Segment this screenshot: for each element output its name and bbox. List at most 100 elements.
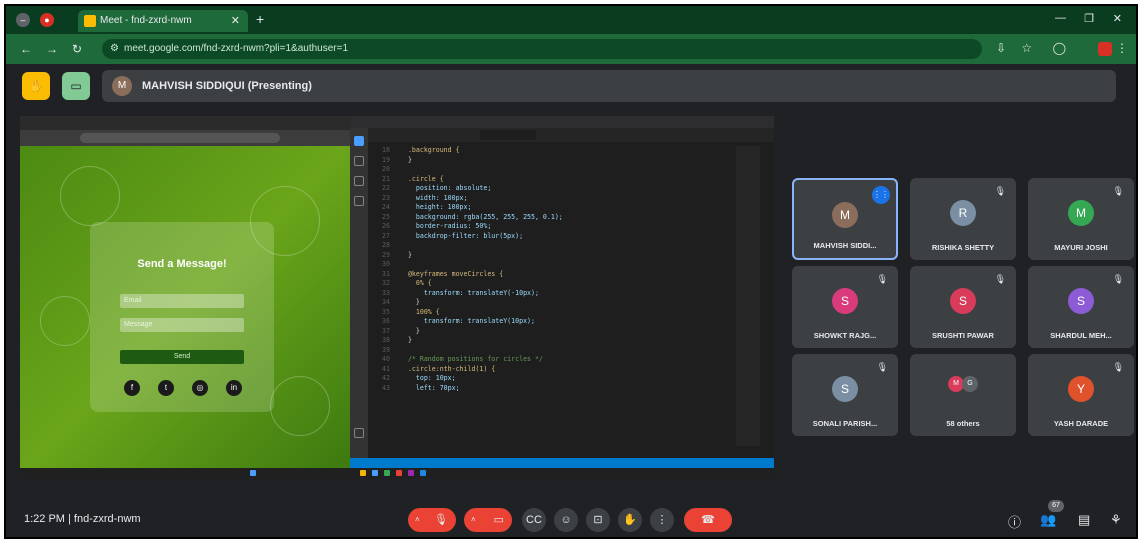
- decor-circle: [270, 376, 330, 436]
- hand-icon: ✋: [623, 514, 637, 526]
- shared-screen: Send a Message! Email Message Send f t ◎…: [20, 116, 774, 478]
- code-line: 30: [372, 260, 740, 270]
- avatar: S: [832, 288, 858, 314]
- participant-name: YASH DARADE: [1053, 419, 1109, 428]
- decor-circle: [40, 296, 90, 346]
- microphone-button[interactable]: ˄ 🎙: [408, 508, 456, 532]
- code-text: width: 100px;: [400, 193, 468, 202]
- raise-hand-button[interactable]: ✋: [618, 508, 642, 532]
- people-icon[interactable]: 👥: [1040, 512, 1056, 528]
- tab-meet[interactable]: Meet - fnd-zxrd-nwm ✕: [78, 10, 248, 32]
- present-button[interactable]: ⊡: [586, 508, 610, 532]
- more-vert-icon: ⋮: [656, 514, 668, 526]
- code-area: 18 .background {19 } 20 21 .circle {22 pos…: [372, 146, 740, 462]
- line-number: 25: [382, 212, 390, 221]
- participant-name: SONALI PARISH...: [812, 419, 878, 428]
- shared-browser-address: [20, 130, 350, 146]
- leave-call-button[interactable]: ☎: [684, 508, 732, 532]
- avatar: S: [950, 288, 976, 314]
- line-number: 34: [382, 298, 390, 306]
- code-text: }: [400, 155, 412, 164]
- meet-header: ✋ ▭ M MAHVISH SIDDIQUI (Presenting): [6, 64, 1136, 108]
- chat-icon[interactable]: ▤: [1078, 512, 1090, 528]
- bookmark-star-icon[interactable]: ☆: [1021, 41, 1032, 55]
- line-number: 29: [382, 250, 390, 259]
- code-line: 35 100% {: [372, 308, 740, 318]
- code-line: 24 height: 100px;: [372, 203, 740, 213]
- camera-button[interactable]: ˄ ▭: [464, 508, 512, 532]
- card-title: Send a Message!: [137, 258, 227, 270]
- code-line: 31 @keyframes moveCircles {: [372, 270, 740, 280]
- mic-off-icon: 🎙: [434, 514, 448, 526]
- code-line: 33 transform: translateY(-10px);: [372, 289, 740, 299]
- url-field[interactable]: ⚙ meet.google.com/fnd-zxrd-nwm?pli=1&aut…: [102, 39, 982, 59]
- participant-name: RISHIKA SHETTY: [931, 243, 995, 252]
- captions-button[interactable]: CC: [522, 508, 546, 532]
- line-number: 42: [382, 374, 390, 382]
- line-number: 35: [382, 307, 390, 316]
- close-window-icon[interactable]: ✕: [1113, 12, 1122, 25]
- emoji-button[interactable]: ☺: [554, 508, 578, 532]
- more-options-button[interactable]: ⋮: [650, 508, 674, 532]
- window-menu-icon[interactable]: –: [16, 13, 30, 27]
- chevron-up-icon[interactable]: ˄: [415, 508, 420, 532]
- info-icon[interactable]: ⓘ: [1008, 512, 1021, 531]
- code-line: 37 }: [372, 327, 740, 337]
- participant-tile[interactable]: M G 58 others: [910, 354, 1016, 436]
- editor-tabs: [368, 128, 774, 142]
- avatar: M: [1068, 200, 1094, 226]
- code-line: 36 transform: translateY(10px);: [372, 317, 740, 327]
- layout-button[interactable]: ▭: [62, 72, 90, 100]
- profile-icon[interactable]: [1098, 42, 1112, 56]
- maximize-icon[interactable]: ❐: [1084, 12, 1094, 25]
- record-icon[interactable]: ●: [40, 13, 54, 27]
- extension-icon[interactable]: ◯: [1053, 41, 1066, 55]
- activities-button[interactable]: ✋: [22, 72, 50, 100]
- mic-off-icon: 🎙: [994, 274, 1006, 284]
- line-number: 41: [382, 364, 390, 373]
- address-bar: ← → ↻ ⚙ meet.google.com/fnd-zxrd-nwm?pli…: [6, 34, 1136, 64]
- editor-tab: [426, 130, 476, 140]
- participant-tile[interactable]: S SRUSHTI PAWAR 🎙: [910, 266, 1016, 348]
- back-icon[interactable]: ←: [20, 42, 32, 56]
- line-number: 33: [382, 288, 390, 297]
- tab-close-icon[interactable]: ✕: [231, 10, 240, 32]
- site-info-icon[interactable]: ⚙: [110, 39, 119, 59]
- browser-menu-icon[interactable]: ⋮: [1116, 41, 1128, 55]
- code-line: 20: [372, 165, 740, 175]
- meet-control-bar: 1:22 PM | fnd-zxrd-nwm ˄ 🎙 ˄ ▭ CC ☺ ⊡ ✋ …: [6, 498, 1136, 537]
- app-icon: [360, 470, 366, 476]
- participant-tile[interactable]: Y YASH DARADE 🎙: [1028, 354, 1134, 436]
- line-number: 37: [382, 326, 390, 335]
- participant-tile[interactable]: M MAYURI JOSHI 🎙: [1028, 178, 1134, 260]
- message-card: Send a Message! Email Message Send f t ◎…: [90, 222, 274, 412]
- code-line: 40 /* Random positions for circles */: [372, 355, 740, 365]
- participant-tile[interactable]: S SHOWKT RAJG... 🎙: [792, 266, 898, 348]
- twitter-icon: t: [158, 380, 174, 396]
- activities-icon[interactable]: ⚘: [1110, 512, 1122, 528]
- shared-browser: Send a Message! Email Message Send f t ◎…: [20, 116, 350, 468]
- forward-icon[interactable]: →: [46, 42, 58, 56]
- line-number: 24: [382, 203, 390, 211]
- code-line: 34 }: [372, 298, 740, 308]
- reload-icon[interactable]: ↻: [72, 42, 82, 56]
- chevron-up-icon[interactable]: ˄: [471, 508, 476, 532]
- code-text: transform: translateY(10px);: [400, 317, 535, 325]
- line-number: 20: [382, 165, 390, 173]
- code-text: 0% {: [400, 279, 432, 287]
- message-field: Message: [120, 318, 244, 332]
- url-text: meet.google.com/fnd-zxrd-nwm?pli=1&authu…: [124, 43, 349, 54]
- new-tab-icon[interactable]: +: [256, 11, 264, 27]
- code-line: 21 .circle {: [372, 175, 740, 185]
- download-icon[interactable]: ⇩: [996, 41, 1006, 55]
- avatar: Y: [1068, 376, 1094, 402]
- minimize-icon[interactable]: —: [1055, 12, 1066, 24]
- send-button: Send: [120, 350, 244, 364]
- participant-tile[interactable]: S SHARDUL MEH... 🎙: [1028, 266, 1134, 348]
- participant-tile[interactable]: R RISHIKA SHETTY 🎙: [910, 178, 1016, 260]
- avatar: M: [832, 202, 858, 228]
- code-editor: 18 .background {19 } 20 21 .circle {22 pos…: [350, 116, 774, 468]
- line-number: 30: [382, 260, 390, 268]
- participant-tile[interactable]: M MAHVISH SIDDI... ⋮⋮: [792, 178, 898, 260]
- participant-tile[interactable]: S SONALI PARISH... 🎙: [792, 354, 898, 436]
